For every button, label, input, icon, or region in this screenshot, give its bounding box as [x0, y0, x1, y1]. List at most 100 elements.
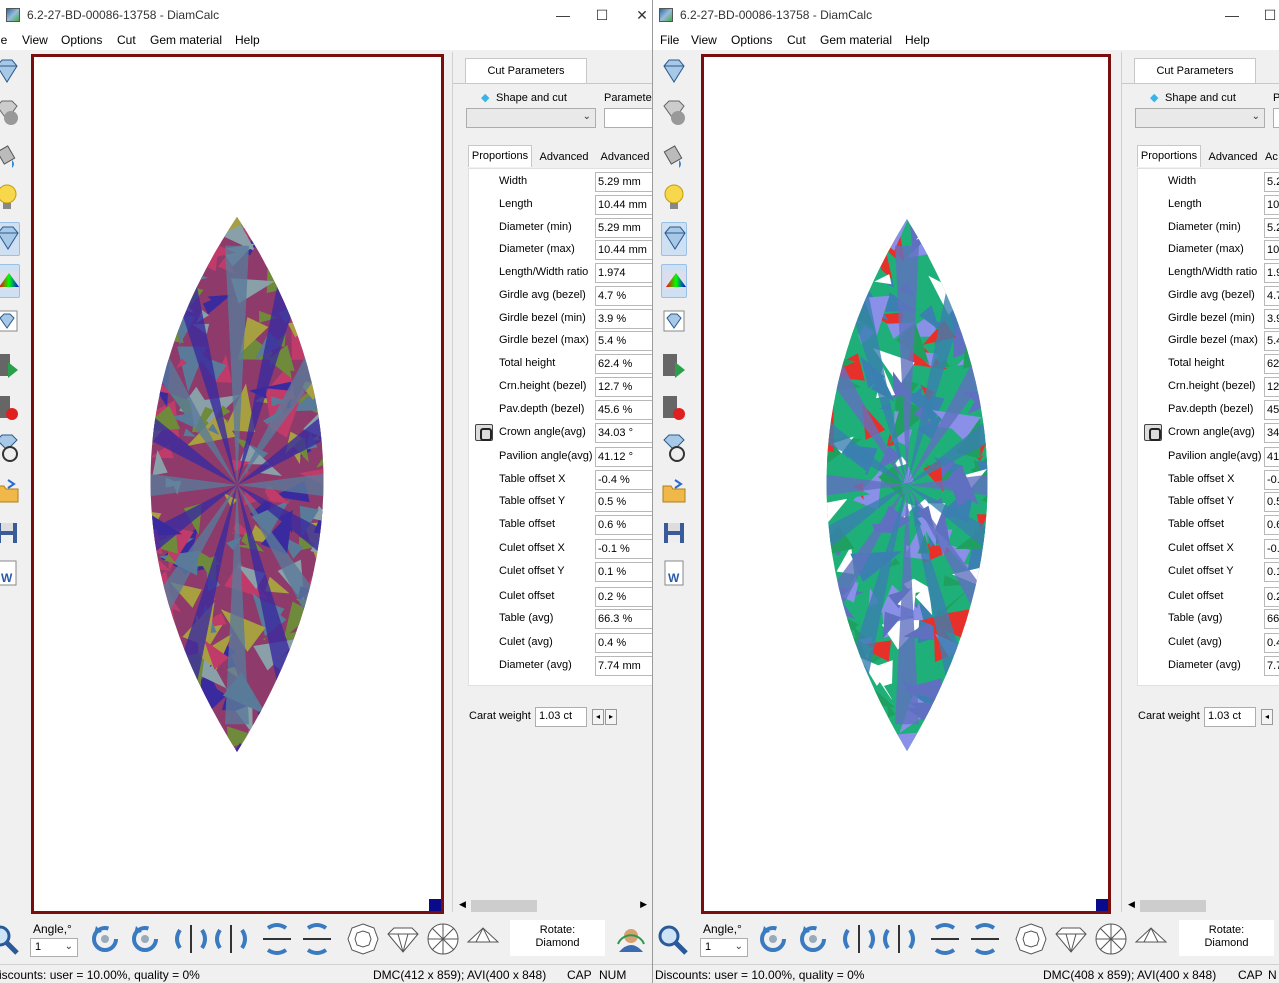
param-value-field[interactable]: 66	[1264, 609, 1279, 629]
light-bulb-icon[interactable]	[0, 182, 20, 216]
photo-icon[interactable]	[0, 306, 20, 340]
gem-viewport[interactable]	[31, 54, 444, 914]
view-diamond-icon[interactable]	[661, 56, 687, 90]
tab-cut-parameters[interactable]: Cut Parameters	[465, 58, 587, 84]
scroll-left-icon[interactable]: ◀	[1128, 899, 1135, 910]
wheel-icon[interactable]	[0, 432, 20, 466]
top-view-icon[interactable]	[346, 922, 380, 956]
tab-cut-parameters[interactable]: Cut Parameters	[1134, 58, 1256, 84]
param-value-field[interactable]: 5.29 mm	[595, 218, 652, 238]
rotate-diamond-button[interactable]: Rotate: Diamond	[1179, 920, 1274, 956]
resize-handle[interactable]	[429, 899, 441, 911]
bottom-view-icon[interactable]	[1094, 922, 1128, 956]
menu-options[interactable]: Options	[61, 33, 102, 47]
param-value-field[interactable]: 5.4	[1264, 331, 1279, 351]
menu-file[interactable]: File	[660, 33, 679, 47]
word-export-icon[interactable]: W	[0, 558, 20, 592]
param-value-field[interactable]: 3.9 %	[595, 309, 652, 329]
close-icon[interactable]: ✕	[631, 4, 652, 26]
param-value-field[interactable]: 0.2 %	[595, 587, 652, 607]
minimize-icon[interactable]: —	[552, 4, 574, 26]
gem-viewport[interactable]	[701, 54, 1111, 914]
video-record-icon[interactable]	[0, 392, 20, 426]
angle-select[interactable]: 1 ⌄	[30, 938, 78, 957]
param-value-field[interactable]: 10.44 mm	[595, 195, 652, 215]
tab-advanced-2[interactable]: Advanced	[596, 147, 652, 169]
param-value-field[interactable]: -0.	[1264, 470, 1279, 490]
param-value-field[interactable]: 10	[1264, 195, 1279, 215]
param-value-field[interactable]: 1.9	[1264, 263, 1279, 283]
flip-vertical-icon[interactable]	[928, 922, 962, 956]
scroll-thumb[interactable]	[1140, 900, 1206, 912]
param-value-field[interactable]: 45.6 %	[595, 400, 652, 420]
shape-and-cut-select[interactable]: ⌄	[466, 108, 596, 128]
carat-weight-field[interactable]: 1.03 ct	[1204, 707, 1256, 727]
param-value-field[interactable]: 62.4 %	[595, 354, 652, 374]
shape-and-cut-select[interactable]: ⌄	[1135, 108, 1265, 128]
param-value-field[interactable]: 0.1 %	[595, 562, 652, 582]
maximize-icon[interactable]: ☐	[1259, 4, 1279, 26]
param-value-field[interactable]: 5.4 %	[595, 331, 652, 351]
photo-icon[interactable]	[661, 306, 687, 340]
open-folder-icon[interactable]	[0, 476, 20, 510]
save-icon[interactable]	[0, 518, 20, 552]
param-value-field[interactable]: 10.44 mm	[595, 240, 652, 260]
param-value-field[interactable]: 3.9	[1264, 309, 1279, 329]
param-value-field[interactable]: 12	[1264, 377, 1279, 397]
spectrum-icon[interactable]	[661, 264, 687, 298]
flip-horizontal-icon[interactable]	[842, 922, 876, 956]
rotate-diamond-button[interactable]: Rotate: Diamond	[510, 920, 605, 956]
tab-advanced-2[interactable]: Ac	[1265, 147, 1279, 169]
lock-icon[interactable]	[475, 424, 493, 441]
param-value-field[interactable]: 7.74 mm	[595, 656, 652, 676]
carat-weight-field[interactable]: 1.03 ct	[535, 707, 587, 727]
spin-right-icon[interactable]: ▸	[605, 709, 617, 725]
save-icon[interactable]	[661, 518, 687, 552]
lock-icon[interactable]	[1144, 424, 1162, 441]
flip-horizontal-icon[interactable]	[174, 922, 208, 956]
pavilion-view-icon[interactable]	[466, 922, 500, 956]
bottom-view-icon[interactable]	[426, 922, 460, 956]
pavilion-view-icon[interactable]	[1134, 922, 1168, 956]
param-value-field[interactable]: 12.7 %	[595, 377, 652, 397]
video-play-icon[interactable]	[661, 350, 687, 384]
tab-proportions[interactable]: Proportions	[1137, 145, 1201, 167]
tab-proportions[interactable]: Proportions	[468, 145, 532, 167]
param-value-field[interactable]: -0.	[1264, 539, 1279, 559]
param-value-field[interactable]: 41	[1264, 447, 1279, 467]
param-value-field[interactable]: 62	[1264, 354, 1279, 374]
param-value-field[interactable]: 4.7	[1264, 286, 1279, 306]
param-value-field[interactable]: 10	[1264, 240, 1279, 260]
menu-gem-material[interactable]: Gem material	[820, 33, 892, 47]
menu-options[interactable]: Options	[731, 33, 772, 47]
param-value-field[interactable]: 5.2	[1264, 218, 1279, 238]
param-value-field[interactable]: 0.4	[1264, 633, 1279, 653]
rotate-ccw-icon[interactable]	[756, 922, 790, 956]
resize-handle[interactable]	[1096, 899, 1108, 911]
panel-scrollbar[interactable]: ◀ ▶	[453, 898, 652, 914]
param-value-field[interactable]: 0.6 %	[595, 515, 652, 535]
minimize-icon[interactable]: —	[1221, 4, 1243, 26]
menu-view[interactable]: View	[691, 33, 717, 47]
param-value-field[interactable]: 4.7 %	[595, 286, 652, 306]
view-diamond-icon[interactable]	[0, 56, 20, 90]
flip-vertical-alt-icon[interactable]	[968, 922, 1002, 956]
zoom-icon[interactable]	[655, 922, 689, 956]
maximize-icon[interactable]: ☐	[591, 4, 613, 26]
param-value-field[interactable]: 45	[1264, 400, 1279, 420]
param-value-field[interactable]: 7.7	[1264, 656, 1279, 676]
wheel-icon[interactable]	[661, 432, 687, 466]
tab-advanced-1[interactable]: Advanced	[535, 147, 593, 169]
param-value-field[interactable]: 5.29 mm	[595, 172, 652, 192]
param-value-field[interactable]: 0.2	[1264, 587, 1279, 607]
flip-horizontal-alt-icon[interactable]	[882, 922, 916, 956]
menu-cut[interactable]: Cut	[787, 33, 806, 47]
menu-gem-material[interactable]: Gem material	[150, 33, 222, 47]
parameters-select[interactable]	[604, 108, 652, 128]
param-value-field[interactable]: 0.4 %	[595, 633, 652, 653]
spin-left-icon[interactable]: ◂	[592, 709, 604, 725]
scroll-left-icon[interactable]: ◀	[459, 899, 466, 910]
scroll-thumb[interactable]	[471, 900, 537, 912]
angle-select[interactable]: 1 ⌄	[700, 938, 748, 957]
param-value-field[interactable]: 0.5	[1264, 492, 1279, 512]
